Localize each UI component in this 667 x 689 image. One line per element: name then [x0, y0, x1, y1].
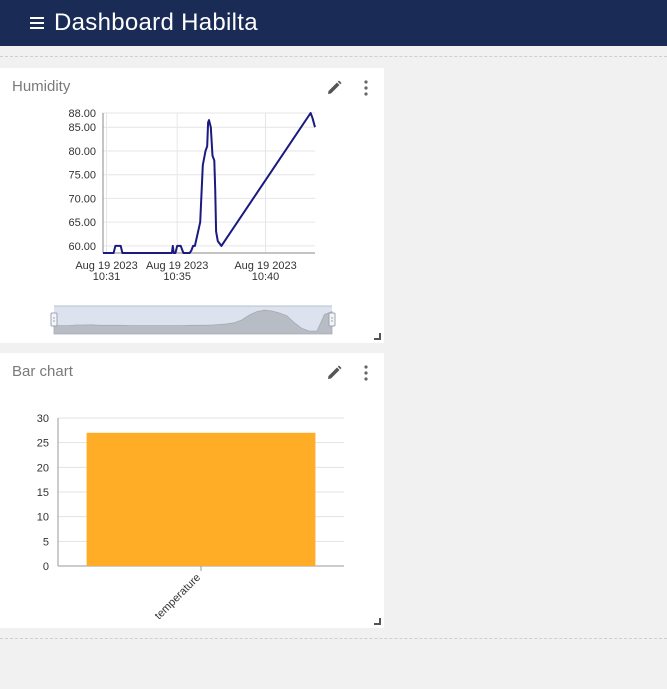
- temperature-bar-chart: 0 5 10 15 20 25 30 temperature: [37, 413, 344, 622]
- y-tick-label: 88.00: [68, 108, 96, 120]
- resize-handle[interactable]: [374, 618, 381, 625]
- humidity-line-chart: 60.0065.0070.0075.0080.0085.0088.00Aug 1…: [50, 108, 336, 335]
- y-tick-label: 75.00: [68, 170, 96, 182]
- divider: [0, 638, 667, 639]
- navigator-handle[interactable]: [50, 312, 58, 327]
- y-tick-label: 0: [43, 561, 49, 573]
- y-tick-label: 70.00: [68, 193, 96, 205]
- x-tick-label: 10:35: [163, 271, 191, 283]
- x-tick-label: 10:40: [252, 271, 280, 283]
- humidity-series-line: [103, 112, 316, 254]
- y-tick-label: 25: [37, 438, 49, 450]
- divider: [0, 56, 667, 57]
- app-title: Dashboard Habilta: [54, 9, 258, 36]
- y-tick-label: 15: [37, 487, 49, 499]
- y-tick-label: 5: [43, 536, 49, 548]
- y-tick-label: 85.00: [68, 122, 96, 134]
- top-bar: Dashboard Habilta: [0, 0, 667, 46]
- humidity-widget: Humidity 60.00 65.00 70.00 75.00 80.00 85.00 8…: [0, 68, 384, 343]
- navigator-handle[interactable]: [328, 312, 336, 327]
- y-tick-label: 20: [37, 462, 49, 474]
- bar-temperature: [86, 432, 316, 566]
- y-tick-label: 30: [37, 413, 49, 425]
- y-tick-label: 10: [37, 512, 49, 524]
- y-tick-label: 60.00: [68, 241, 96, 253]
- x-tick-label: 10:31: [93, 271, 121, 283]
- x-tick-label: temperature: [153, 572, 203, 622]
- y-tick-label: 65.00: [68, 217, 96, 229]
- y-tick-label: 80.00: [68, 146, 96, 158]
- bar-chart-widget: Bar chart 0 5 10 15 20 25 30 temperature: [0, 353, 384, 628]
- resize-handle[interactable]: [374, 333, 381, 340]
- hamburger-menu-icon[interactable]: [30, 17, 44, 29]
